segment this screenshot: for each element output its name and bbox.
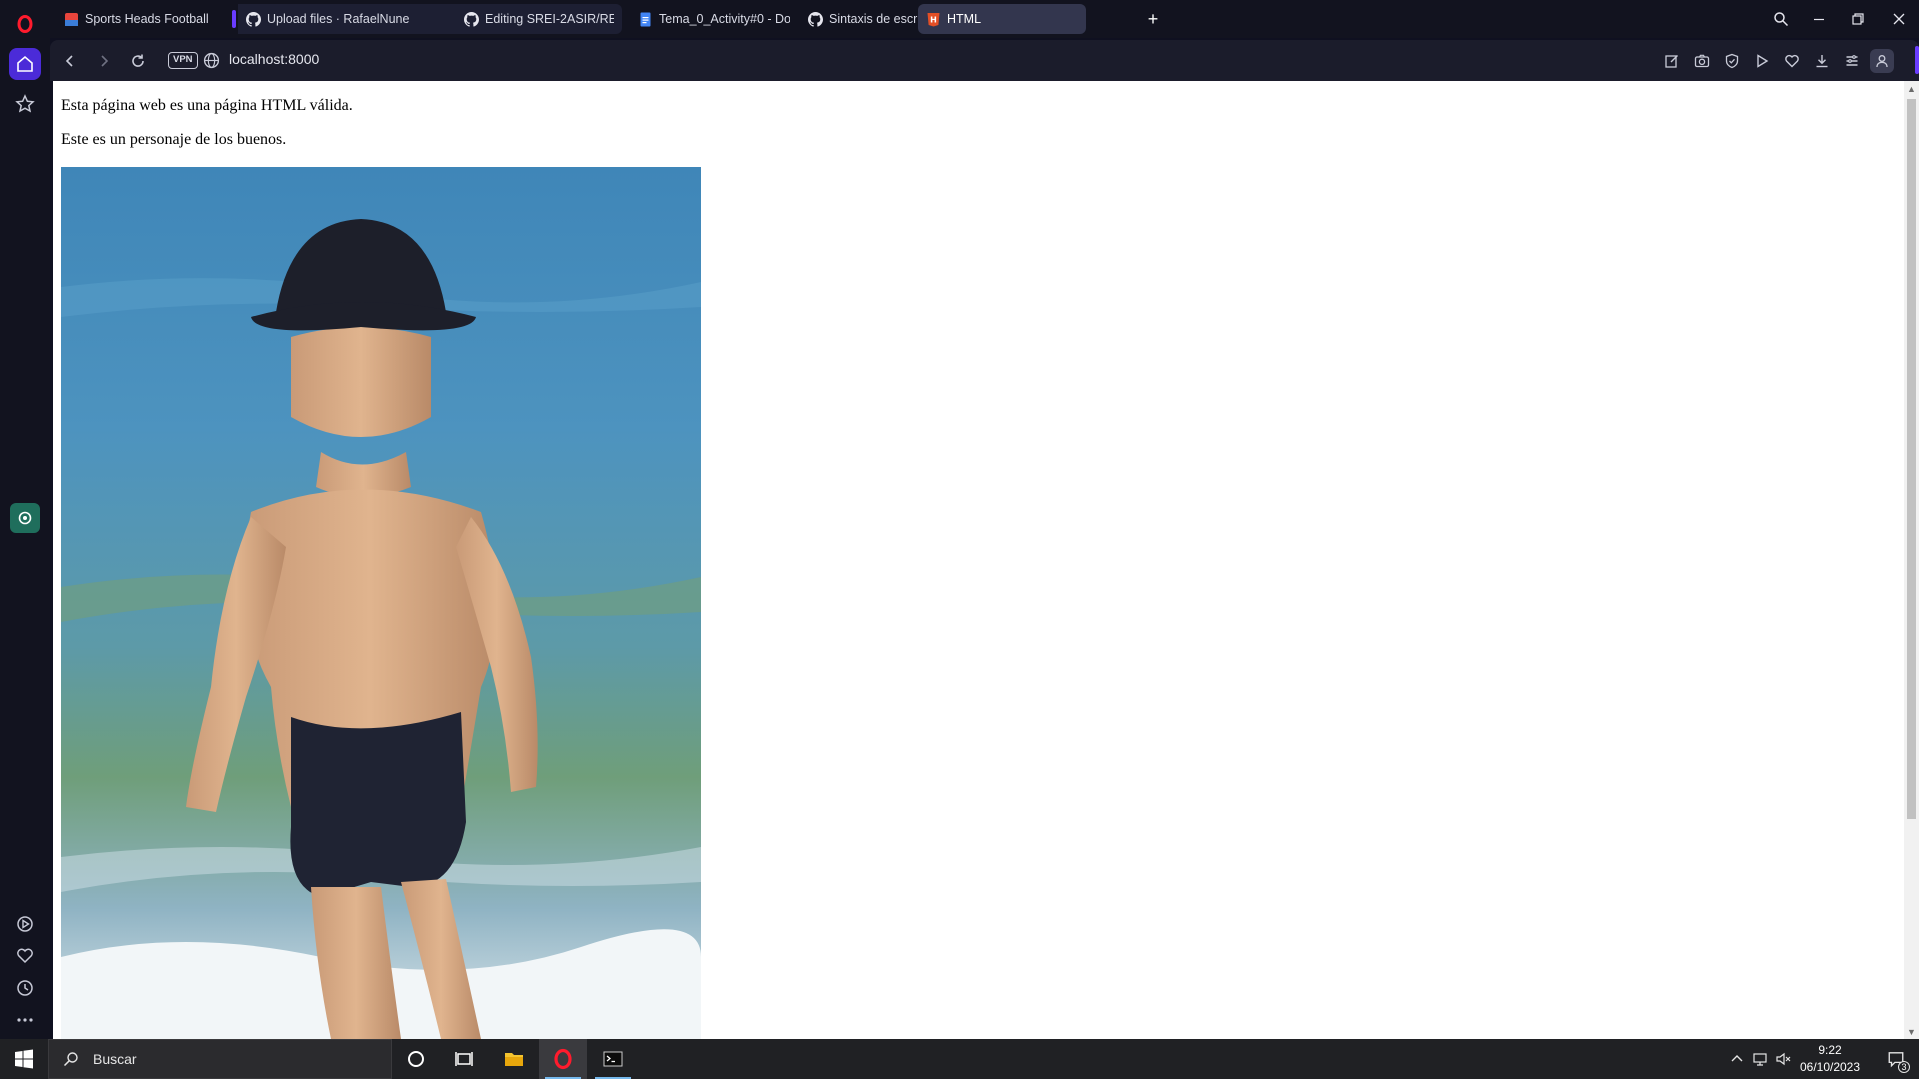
opera-taskbar-icon[interactable] [539, 1039, 587, 1079]
task-view-icon[interactable] [440, 1039, 488, 1079]
search-placeholder: Buscar [93, 1051, 137, 1067]
chatgpt-icon[interactable] [10, 503, 40, 533]
minimize-icon[interactable] [1806, 6, 1832, 32]
terminal-icon[interactable] [589, 1039, 637, 1079]
opera-logo-icon[interactable] [9, 8, 41, 40]
forward-icon[interactable] [92, 49, 116, 73]
windows-taskbar: Buscar 9:22 06/10/2023 3 [0, 1039, 1919, 1079]
notification-count-badge: 3 [1898, 1061, 1910, 1073]
heart-icon[interactable] [1780, 49, 1804, 73]
clock-time: 9:22 [1818, 1043, 1842, 1057]
tab-editing-readme[interactable]: Editing SREI-2ASIR/READI [456, 4, 622, 34]
github-icon [464, 11, 479, 27]
github-icon [808, 11, 823, 27]
home-icon[interactable] [9, 48, 41, 80]
tab-group-indicator [232, 10, 236, 28]
address-bar-row: VPN localhost:8000 [50, 40, 1919, 81]
windows-start-icon[interactable] [0, 1039, 48, 1079]
file-explorer-icon[interactable] [490, 1039, 538, 1079]
taskbar-search[interactable]: Buscar [48, 1039, 392, 1079]
tab-label: HTML [947, 12, 982, 26]
page-viewport: Esta página web es una página HTML válid… [53, 81, 1904, 1039]
google-docs-icon [638, 12, 653, 27]
tab-label: Editing SREI-2ASIR/READI [485, 12, 614, 26]
shield-icon[interactable] [1720, 49, 1744, 73]
url-field[interactable]: localhost:8000 [229, 51, 319, 67]
notification-center-icon[interactable]: 3 [1876, 1039, 1916, 1079]
close-icon[interactable] [1886, 6, 1912, 32]
player-icon[interactable] [9, 908, 41, 940]
html5-icon: H [926, 12, 941, 27]
vpn-badge[interactable]: VPN [168, 52, 198, 69]
scrollbar-thumb[interactable] [1907, 99, 1916, 819]
new-tab-button[interactable]: + [1142, 8, 1164, 30]
page-scrollbar[interactable]: ▲ ▼ [1904, 81, 1919, 1039]
tab-tema-activity[interactable]: Tema_0_Activity#0 - Docu [630, 4, 798, 34]
plus-icon: + [1147, 8, 1159, 29]
more-icon[interactable] [9, 1004, 41, 1036]
clock-date: 06/10/2023 [1799, 1060, 1861, 1074]
scroll-down-arrow-icon[interactable]: ▼ [1907, 1028, 1916, 1037]
search-tabs-icon[interactable] [1768, 6, 1794, 32]
tab-html-active[interactable]: H HTML [918, 4, 1086, 34]
browser-sidebar [0, 0, 50, 1039]
snapshot-edit-icon[interactable] [1660, 49, 1684, 73]
tab-label: Tema_0_Activity#0 - Docu [659, 12, 790, 26]
star-icon[interactable] [9, 88, 41, 120]
beach-photo [61, 167, 701, 1039]
sports-heads-icon [64, 12, 79, 27]
svg-text:H: H [930, 15, 937, 24]
back-icon[interactable] [58, 49, 82, 73]
restore-icon[interactable] [1845, 6, 1871, 32]
paragraph-character: Este es un personaje de los buenos. [61, 131, 287, 148]
history-icon[interactable] [9, 972, 41, 1004]
network-icon[interactable] [1750, 1039, 1770, 1079]
search-icon [63, 1051, 79, 1067]
github-icon [246, 11, 261, 27]
scroll-up-arrow-icon[interactable]: ▲ [1907, 85, 1916, 94]
cortana-icon[interactable] [392, 1039, 440, 1079]
tab-label: Sports Heads Football Ch [85, 12, 210, 26]
easy-setup-icon[interactable] [1840, 49, 1864, 73]
taskbar-clock[interactable]: 9:22 06/10/2023 [1790, 1042, 1870, 1076]
camera-icon[interactable] [1690, 49, 1714, 73]
paragraph-valid-html: Esta página web es una página HTML válid… [61, 97, 353, 114]
chevron-up-icon[interactable] [1727, 1039, 1747, 1079]
download-icon[interactable] [1810, 49, 1834, 73]
reload-icon[interactable] [126, 49, 150, 73]
sidebar-accent-strip [1915, 46, 1919, 74]
globe-icon[interactable] [203, 52, 220, 69]
tab-strip: Sports Heads Football Ch Upload files · … [50, 0, 1919, 38]
tab-upload-files[interactable]: Upload files · RafaelNune [238, 4, 456, 34]
play-icon[interactable] [1750, 49, 1774, 73]
heart-icon[interactable] [9, 940, 41, 972]
tab-label: Upload files · RafaelNune [267, 12, 410, 26]
profile-icon[interactable] [1870, 49, 1894, 73]
tab-sports-heads[interactable]: Sports Heads Football Ch [56, 4, 218, 34]
